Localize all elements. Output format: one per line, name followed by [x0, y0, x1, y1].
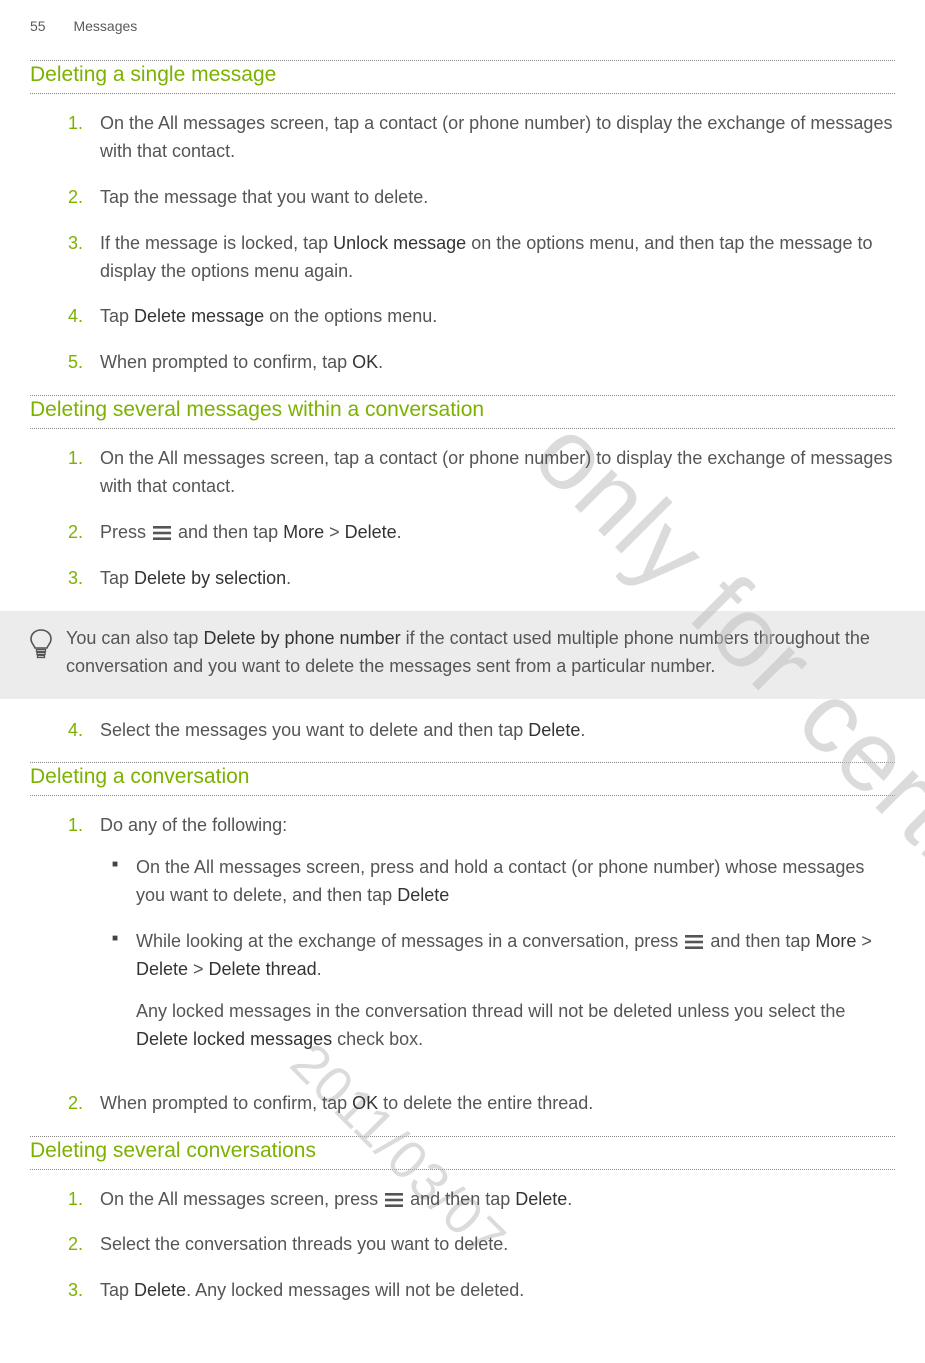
menu-icon: [153, 526, 171, 540]
emphasis: Delete locked messages: [136, 1029, 332, 1049]
step-list: On the All messages screen, tap a contac…: [30, 110, 895, 377]
emphasis: Delete: [515, 1189, 567, 1209]
step-item: On the All messages screen, tap a contac…: [30, 445, 895, 501]
tip-box: You can also tap Delete by phone number …: [0, 611, 925, 699]
menu-icon: [685, 935, 703, 949]
page-number: 55: [30, 18, 46, 34]
bullet-list: On the All messages screen, press and ho…: [100, 854, 895, 1071]
step-list: On the All messages screen, tap a contac…: [30, 445, 895, 593]
emphasis: Unlock message: [333, 233, 466, 253]
emphasis: OK: [352, 1093, 378, 1113]
emphasis: Delete: [345, 522, 397, 542]
section-title: Deleting a conversation: [30, 762, 895, 796]
emphasis: More: [283, 522, 324, 542]
step-item: Do any of the following:On the All messa…: [30, 812, 895, 1071]
page-header: 55 Messages: [30, 18, 895, 34]
step-item: Tap the message that you want to delete.: [30, 184, 895, 212]
menu-icon: [385, 1193, 403, 1207]
emphasis: More: [815, 931, 856, 951]
emphasis: OK: [352, 352, 378, 372]
step-item: Press and then tap More > Delete.: [30, 519, 895, 547]
bullet-item: While looking at the exchange of message…: [100, 928, 895, 1072]
step-item: On the All messages screen, press and th…: [30, 1186, 895, 1214]
step-list: On the All messages screen, press and th…: [30, 1186, 895, 1306]
page: only for certification 2011/03/07 55 Mes…: [0, 0, 925, 1363]
section-title: Deleting several messages within a conve…: [30, 395, 895, 429]
step-list: Do any of the following:On the All messa…: [30, 812, 895, 1117]
emphasis: Delete thread: [209, 959, 317, 979]
step-item: On the All messages screen, tap a contac…: [30, 110, 895, 166]
step-item: Tap Delete by selection.: [30, 565, 895, 593]
emphasis: Delete message: [134, 306, 264, 326]
step-item: When prompted to confirm, tap OK.: [30, 349, 895, 377]
emphasis: Delete by phone number: [203, 628, 400, 648]
chapter-title: Messages: [73, 18, 137, 34]
emphasis: Delete: [397, 885, 449, 905]
emphasis: Delete by selection: [134, 568, 286, 588]
step-item: Tap Delete message on the options menu.: [30, 303, 895, 331]
step-item: Select the messages you want to delete a…: [30, 717, 895, 745]
bullet-item: On the All messages screen, press and ho…: [100, 854, 895, 928]
step-item: Tap Delete. Any locked messages will not…: [30, 1277, 895, 1305]
emphasis: Delete: [136, 959, 188, 979]
step-item: If the message is locked, tap Unlock mes…: [30, 230, 895, 286]
section-title: Deleting several conversations: [30, 1136, 895, 1170]
lightbulb-icon: [30, 629, 52, 659]
bullet-note: Any locked messages in the conversation …: [136, 998, 895, 1054]
step-list: Select the messages you want to delete a…: [30, 717, 895, 745]
tip-text: You can also tap Delete by phone number …: [66, 625, 895, 681]
emphasis: Delete: [528, 720, 580, 740]
emphasis: Delete: [134, 1280, 186, 1300]
step-item: Select the conversation threads you want…: [30, 1231, 895, 1259]
section-title: Deleting a single message: [30, 60, 895, 94]
step-item: When prompted to confirm, tap OK to dele…: [30, 1090, 895, 1118]
